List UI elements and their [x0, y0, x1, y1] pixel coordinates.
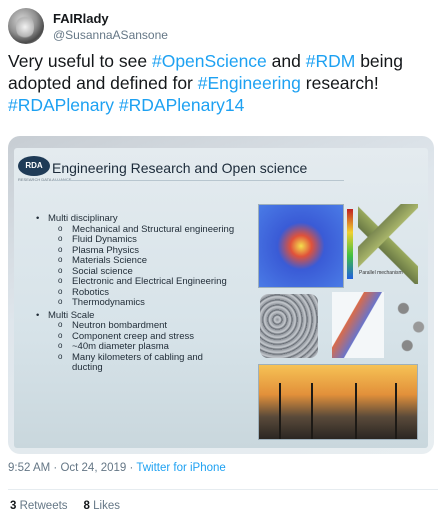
tower	[395, 383, 397, 439]
tweet-date[interactable]: Oct 24, 2019	[60, 462, 126, 474]
tweet-time[interactable]: 9:52 AM	[8, 462, 50, 474]
tweet-photo[interactable]: RDA RESEARCH DATA ALLIANCE Engineering R…	[8, 136, 434, 454]
meta-separator: ·	[126, 462, 137, 474]
hashtag-link[interactable]: #RDM	[306, 51, 356, 71]
likes-stat[interactable]: 8 Likes	[84, 500, 120, 512]
tweet-header: FAIRlady @SusannaASansone	[8, 8, 438, 44]
stats-divider	[8, 489, 438, 490]
mechanism-label: Parallel mechanism	[359, 270, 403, 276]
colorbar	[347, 209, 353, 279]
tweet-text-segment: research!	[300, 73, 379, 93]
slide: RDA RESEARCH DATA ALLIANCE Engineering R…	[14, 148, 430, 448]
hashtag-link[interactable]: #RDAPlenary14	[119, 95, 244, 115]
avatar[interactable]	[8, 8, 44, 44]
slide-sub-bullet: Thermodynamics	[36, 297, 236, 309]
slide-sub-bullet: Many kilometers of cabling and ducting	[36, 352, 236, 374]
fluid-simulation-image	[258, 204, 353, 288]
power-station-image	[258, 364, 418, 440]
tweet-source-link[interactable]: Twitter for iPhone	[136, 462, 225, 474]
pipe-stress-image	[332, 292, 384, 358]
tower	[279, 383, 281, 439]
slide-divider	[54, 180, 344, 181]
hashtag-link[interactable]: #Engineering	[198, 73, 301, 93]
retweets-label: Retweets	[19, 500, 68, 512]
tweet-stats: 3 Retweets 8 Likes	[10, 500, 120, 512]
tweet-meta: 9:52 AM · Oct 24, 2019 · Twitter for iPh…	[8, 462, 226, 474]
slide-bullet: Multi disciplinary	[36, 213, 236, 225]
hashtag-link[interactable]: #OpenScience	[152, 51, 267, 71]
author-handle[interactable]: @SusannaASansone	[53, 28, 168, 42]
slide-sub-bullet: Fluid Dynamics	[36, 234, 236, 246]
tweet-text: Very useful to see #OpenScience and #RDM…	[8, 50, 438, 116]
slide-sub-bullet: Electronic and Electrical Engineering	[36, 276, 236, 288]
molecule-image	[392, 296, 430, 358]
rda-logo: RDA	[18, 156, 50, 176]
slide-sub-bullet: ~40m diameter plasma	[36, 341, 236, 353]
slide-sub-bullet: Materials Science	[36, 255, 236, 267]
author-name[interactable]: FAIRlady	[53, 11, 109, 26]
tweet-text-segment: and	[266, 51, 306, 71]
hashtag-link[interactable]: #RDAPlenary	[8, 95, 114, 115]
slide-title: Engineering Research and Open science	[52, 160, 308, 176]
material-structure-image	[260, 294, 318, 358]
retweets-count: 3	[10, 500, 17, 512]
tower	[311, 383, 313, 439]
tower	[355, 383, 357, 439]
slide-sub-bullet: Neutron bombardment	[36, 320, 236, 332]
slide-bullets: Multi disciplinaryMechanical and Structu…	[36, 212, 236, 374]
meta-separator: ·	[50, 462, 61, 474]
likes-count: 8	[83, 500, 90, 512]
likes-label: Likes	[93, 500, 120, 512]
tweet-text-segment: Very useful to see	[8, 51, 152, 71]
retweets-stat[interactable]: 3 Retweets	[10, 500, 68, 512]
